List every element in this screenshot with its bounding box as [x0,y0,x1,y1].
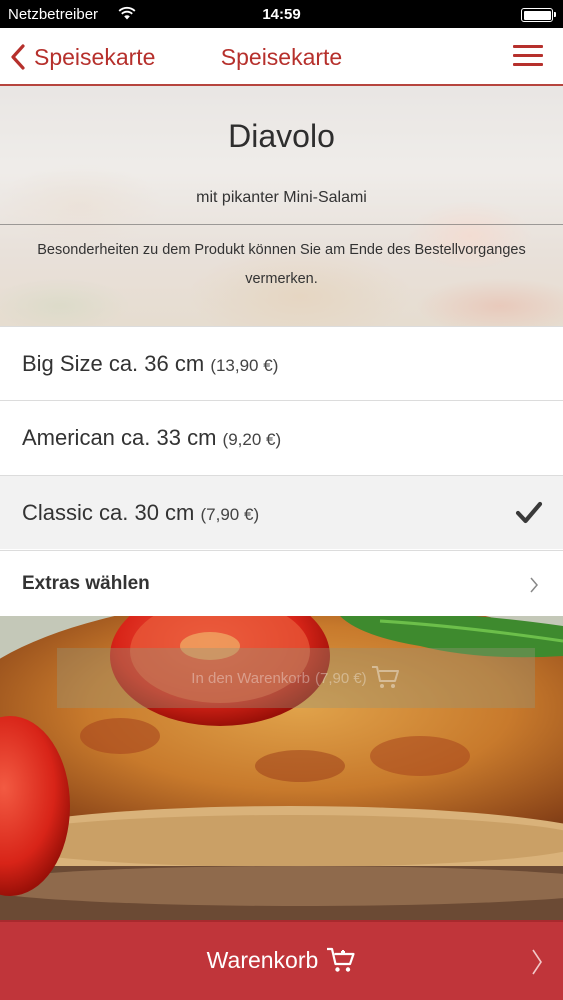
add-to-cart-price: (7,90 €) [314,669,367,687]
hamburger-icon [513,45,543,48]
clock: 14:59 [262,6,301,23]
divider [0,224,563,225]
product-note: Besonderheiten zu dem Produkt können Sie… [37,242,526,287]
product-header: Diavolo mit pikanter Mini-Salami Besonde… [0,86,563,326]
cart-bar-label: Warenkorb [206,946,319,973]
size-label: American ca. 33 cm [22,425,217,450]
chevron-left-icon [11,44,25,70]
cart-bar-button[interactable]: Warenkorb [0,920,563,1000]
status-bar: Netzbetreiber 14:59 [0,0,563,28]
size-label: Classic ca. 30 cm [22,500,195,525]
cart-icon [371,666,399,688]
size-price: (9,20 €) [222,430,282,449]
product-name: Diavolo [228,118,335,154]
cart-icon [327,947,355,972]
add-to-cart-label: In den Warenkorb [191,669,310,687]
extras-label: Extras wählen [22,573,150,594]
back-button[interactable]: Speisekarte [10,42,155,72]
battery-icon [521,8,556,22]
navigation-bar: Speisekarte Speisekarte [0,28,563,86]
size-label: Big Size ca. 36 cm [22,351,205,376]
size-price: (7,90 €) [200,505,260,524]
product-image: In den Warenkorb (7,90 €) [0,616,563,920]
size-option-american[interactable]: American ca. 33 cm (9,20 €) [0,400,563,474]
size-price: (13,90 €) [210,356,279,375]
extras-row[interactable]: Extras wählen [0,550,563,616]
product-description: mit pikanter Mini-Salami [196,189,367,206]
add-to-cart-button[interactable]: In den Warenkorb (7,90 €) [57,648,535,708]
size-option-big[interactable]: Big Size ca. 36 cm (13,90 €) [0,326,563,400]
menu-button[interactable] [513,45,543,69]
chevron-right-icon [532,949,542,975]
chevron-right-icon [530,577,538,593]
checkmark-icon [515,501,543,524]
size-option-classic[interactable]: Classic ca. 30 cm (7,90 €) [0,475,563,549]
back-button-label: Speisekarte [34,43,156,70]
